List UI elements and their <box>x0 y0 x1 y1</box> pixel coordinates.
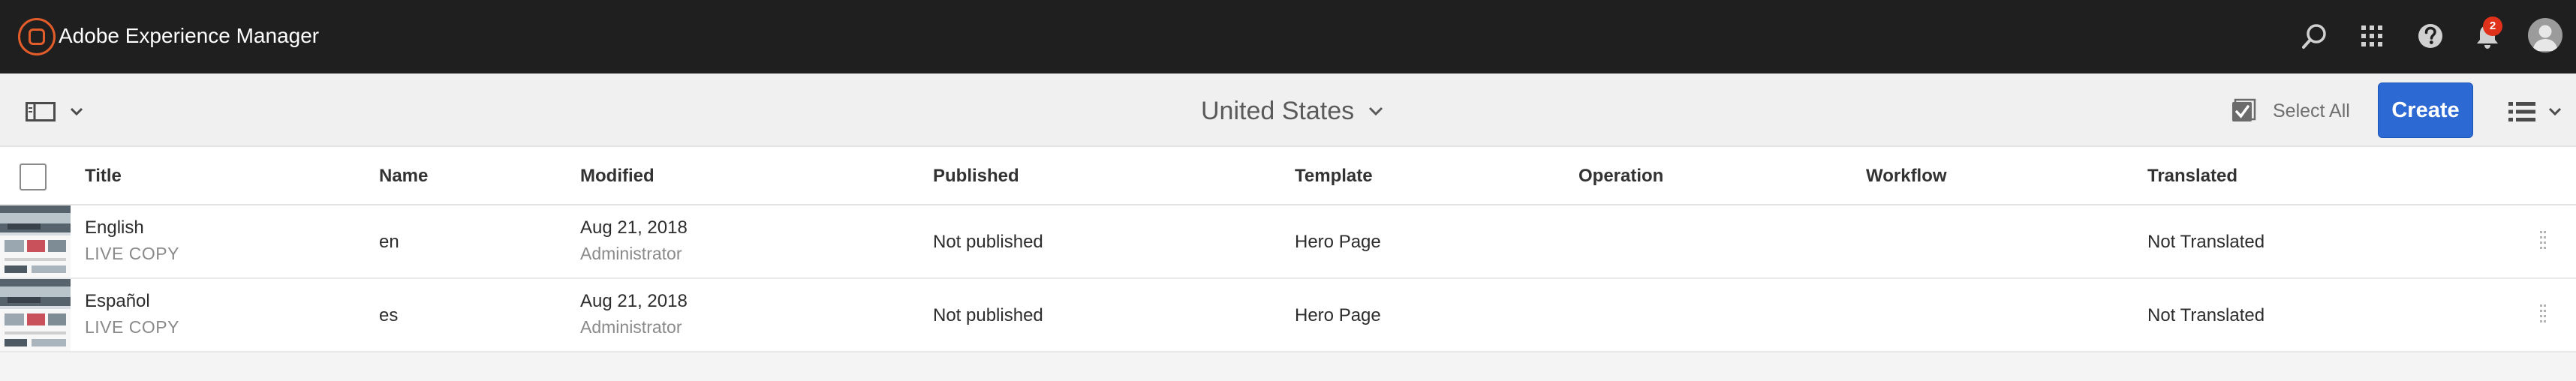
table-header: Title Name Modified Published Template O… <box>0 147 2576 206</box>
location-switcher[interactable]: United States <box>1201 94 1384 128</box>
create-button[interactable]: Create <box>2378 82 2473 138</box>
column-name[interactable]: Name <box>379 147 428 206</box>
shell-header: Adobe Experience Manager 2 <box>0 0 2576 74</box>
row-template: Hero Page <box>1295 232 1381 252</box>
row-modified-date: Aug 21, 2018 <box>580 218 688 238</box>
table-row[interactable]: Español LIVE COPY es Aug 21, 2018 Admini… <box>0 279 2576 352</box>
column-translated[interactable]: Translated <box>2147 147 2237 206</box>
apps-grid-icon[interactable] <box>2355 20 2388 52</box>
row-modified-by: Administrator <box>580 244 682 263</box>
aem-logo-icon[interactable] <box>18 18 56 56</box>
row-template: Hero Page <box>1295 305 1381 326</box>
chevron-down-icon[interactable] <box>2547 106 2562 117</box>
drag-handle-icon[interactable] <box>2540 230 2546 253</box>
select-all-checkbox[interactable] <box>20 164 47 190</box>
app-title[interactable]: Adobe Experience Manager <box>59 22 319 50</box>
action-bar: United States Select All Create <box>0 74 2576 147</box>
table-row[interactable]: English LIVE COPY en Aug 21, 2018 Admini… <box>0 206 2576 279</box>
page-thumbnail[interactable] <box>0 206 71 278</box>
help-icon[interactable] <box>2414 20 2447 52</box>
column-template[interactable]: Template <box>1295 147 1373 206</box>
select-all-icon <box>2232 98 2256 122</box>
select-all-label[interactable]: Select All <box>2273 100 2350 122</box>
rail-toggle-icon[interactable] <box>26 102 56 122</box>
content-background <box>0 352 2576 381</box>
chevron-down-icon[interactable] <box>1368 105 1384 117</box>
column-modified[interactable]: Modified <box>580 147 655 206</box>
column-operation[interactable]: Operation <box>1578 147 1663 206</box>
select-all-button[interactable]: Select All <box>2231 96 2350 126</box>
list-view-icon[interactable] <box>2508 100 2535 123</box>
row-name: es <box>379 305 399 326</box>
row-name: en <box>379 232 399 252</box>
row-translated: Not Translated <box>2147 305 2265 326</box>
page-thumbnail[interactable] <box>0 279 71 351</box>
row-subtitle: LIVE COPY <box>85 317 179 337</box>
drag-handle-icon[interactable] <box>2540 304 2546 326</box>
row-modified-by: Administrator <box>580 317 682 337</box>
pages-table: Title Name Modified Published Template O… <box>0 147 2576 352</box>
search-icon[interactable] <box>2298 20 2331 52</box>
user-avatar[interactable] <box>2528 18 2562 52</box>
row-published: Not published <box>933 232 1043 252</box>
row-title[interactable]: Español <box>85 290 150 313</box>
row-title[interactable]: English <box>85 217 144 239</box>
row-subtitle: LIVE COPY <box>85 244 179 263</box>
location-label[interactable]: United States <box>1201 94 1354 128</box>
row-translated: Not Translated <box>2147 232 2265 252</box>
row-published: Not published <box>933 305 1043 326</box>
column-workflow[interactable]: Workflow <box>1866 147 1947 206</box>
column-published[interactable]: Published <box>933 147 1019 206</box>
row-modified-date: Aug 21, 2018 <box>580 291 688 311</box>
notification-badge: 2 <box>2483 16 2502 36</box>
chevron-down-icon[interactable] <box>69 106 84 117</box>
user-icon <box>2532 25 2558 51</box>
column-title[interactable]: Title <box>85 147 122 206</box>
